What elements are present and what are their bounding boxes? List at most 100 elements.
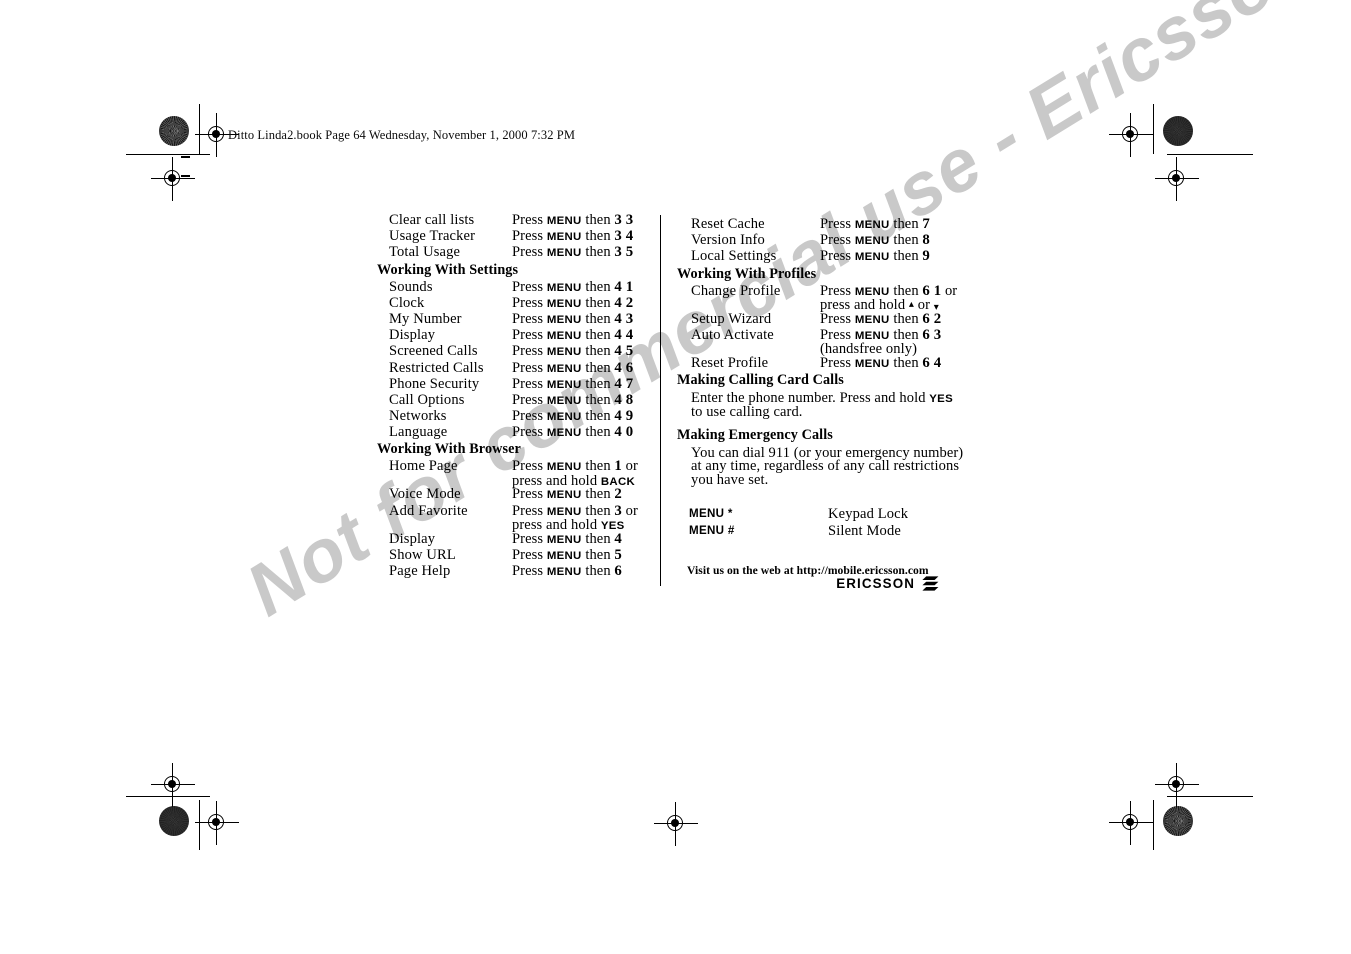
crop-tick-upper xyxy=(181,156,190,159)
item-term: Networks xyxy=(389,408,447,425)
shortcut-row: MENU # Silent Mode xyxy=(677,523,977,540)
halftone-registration-disc-bottom-right xyxy=(1163,806,1193,836)
item-action: Press MENU then 4 0 xyxy=(512,424,634,441)
key-label-menu: MENU xyxy=(854,219,890,231)
halftone-registration-disc-top-right xyxy=(1163,116,1193,146)
item-action: Press MENU then 3 or press and hold YES xyxy=(512,502,638,534)
page-slug-line: Ditto Linda2.book Page 64 Wednesday, Nov… xyxy=(228,128,576,142)
item-term: Show URL xyxy=(389,546,456,563)
key-sequence: 6 2 xyxy=(922,310,942,327)
key-sequence: 9 xyxy=(922,248,930,265)
section-heading-making-emergency-calls: Making Emergency Calls xyxy=(677,426,833,443)
item-term: Home Page xyxy=(389,458,458,475)
registration-crosshair-bottom-left-inner xyxy=(195,801,239,845)
item-action: Press MENU then 4 7 xyxy=(512,375,634,392)
manual-page: Ditto Linda2.book Page 64 Wednesday, Nov… xyxy=(0,0,1351,954)
item-action: Press MENU then 4 9 xyxy=(512,408,634,425)
item-action: Press MENU then 3 4 xyxy=(512,228,634,245)
item-action: Press MENU then 4 8 xyxy=(512,391,634,408)
crop-rule-lower-right-horizontal xyxy=(1167,796,1253,798)
key-sequence: 4 9 xyxy=(614,408,634,425)
item-term: Local Settings xyxy=(691,248,777,265)
key-label-menu: MENU xyxy=(854,235,890,248)
section-heading-working-with-browser: Working With Browser xyxy=(377,441,521,458)
item-term: Version Info xyxy=(691,232,765,249)
key-label-menu: MENU xyxy=(546,297,582,310)
key-label-menu: MENU xyxy=(546,330,582,343)
list-item: Screened Calls Press MENU then 4 5 xyxy=(377,343,645,359)
column-divider-rule xyxy=(660,215,662,586)
list-item: Display Press MENU then 4 4 xyxy=(377,327,645,343)
list-item: Local Settings Press MENU then 9 xyxy=(677,248,977,264)
shortcut-value: Keypad Lock xyxy=(828,506,909,523)
shortcut-keys: MENU # xyxy=(689,524,735,538)
list-item: Voice Mode Press MENU then 2 xyxy=(377,486,645,502)
key-sequence: 2 xyxy=(614,486,622,503)
key-sequence: 6 3 xyxy=(922,326,942,343)
list-item: Language Press MENU then 4 0 xyxy=(377,424,645,440)
ericsson-wordmark: ERICSSON xyxy=(836,576,915,591)
crop-rule-bottom-right-vertical xyxy=(1153,800,1155,850)
key-label-menu: MENU xyxy=(546,346,582,359)
key-sequence: 4 xyxy=(614,530,622,547)
list-item: Sounds Press MENU then 4 1 xyxy=(377,279,645,295)
item-term: Add Favorite xyxy=(389,502,468,519)
key-sequence: 7 xyxy=(922,216,930,232)
key-label-menu: MENU xyxy=(854,329,890,342)
item-term: Reset Cache xyxy=(691,216,765,232)
list-item: Usage Tracker Press MENU then 3 4 xyxy=(377,228,645,244)
item-action: Press MENU then 4 xyxy=(512,530,622,547)
list-item: Reset Profile Press MENU then 6 4 xyxy=(677,355,977,371)
key-label-menu: MENU xyxy=(546,411,582,424)
list-item: My Number Press MENU then 4 3 xyxy=(377,311,645,327)
crop-rule-lower-left-horizontal xyxy=(126,796,210,798)
list-item: Setup Wizard Press MENU then 6 2 xyxy=(677,311,977,327)
key-label-menu: MENU xyxy=(546,505,582,518)
page-footer: Visit us on the web at http://mobile.eri… xyxy=(687,564,947,591)
registration-crosshair-left-lower xyxy=(151,763,195,807)
key-label-menu: MENU xyxy=(546,461,582,474)
key-label-menu: MENU xyxy=(546,215,582,227)
key-label-menu: MENU xyxy=(854,285,890,298)
item-action: Press MENU then 6 xyxy=(512,563,622,579)
item-action: Press MENU then 7 xyxy=(820,216,930,232)
key-sequence: 4 7 xyxy=(614,375,634,392)
item-action: Press MENU then 3 3 xyxy=(512,212,634,228)
item-action: Press MENU then 8 xyxy=(820,232,930,249)
key-sequence: 4 0 xyxy=(614,424,634,441)
key-sequence: 4 8 xyxy=(614,391,634,408)
left-content-column: Clear call lists Press MENU then 3 3 Usa… xyxy=(377,212,645,579)
key-sequence: 3 3 xyxy=(614,212,634,228)
list-item: Total Usage Press MENU then 3 5 xyxy=(377,244,645,260)
item-action: Press MENU then 5 xyxy=(512,546,622,563)
section-heading-working-with-settings: Working With Settings xyxy=(377,261,519,278)
crop-tick-lower xyxy=(181,175,190,178)
key-label-menu: MENU xyxy=(546,533,582,546)
item-term: Usage Tracker xyxy=(389,228,476,245)
list-item: Home Page Press MENU then 1 or press and … xyxy=(377,458,645,489)
crop-rule-top-right-vertical xyxy=(1153,104,1155,154)
item-action: Press MENU then 6 1 or press and hold ▴ o… xyxy=(820,282,958,314)
key-label-menu: MENU xyxy=(546,247,582,260)
item-action: Press MENU then 4 1 xyxy=(512,278,634,295)
shortcut-value: Silent Mode xyxy=(828,523,901,540)
item-term: Clock xyxy=(389,294,425,311)
item-action: Press MENU then 4 3 xyxy=(512,310,634,327)
registration-crosshair-left-upper xyxy=(151,157,195,201)
item-action: Press MENU then 4 4 xyxy=(512,327,634,344)
list-item: Auto Activate Press MENU then 6 3 (handsf… xyxy=(677,326,977,358)
registration-crosshair-right-lower xyxy=(1155,763,1199,807)
list-item: Networks Press MENU then 4 9 xyxy=(377,408,645,424)
key-label-menu: MENU xyxy=(854,251,890,264)
key-sequence: 4 2 xyxy=(614,294,634,311)
item-term: Voice Mode xyxy=(389,486,461,503)
item-term: My Number xyxy=(389,310,462,327)
item-term: Sounds xyxy=(389,278,433,295)
item-term: Setup Wizard xyxy=(691,310,772,327)
list-item: Clock Press MENU then 4 2 xyxy=(377,295,645,311)
halftone-registration-disc-bottom-left xyxy=(159,806,189,836)
key-label-menu: MENU xyxy=(546,566,582,578)
key-label-menu: MENU xyxy=(546,231,582,244)
key-sequence: 3 4 xyxy=(614,228,634,245)
key-sequence: 4 4 xyxy=(614,327,634,344)
